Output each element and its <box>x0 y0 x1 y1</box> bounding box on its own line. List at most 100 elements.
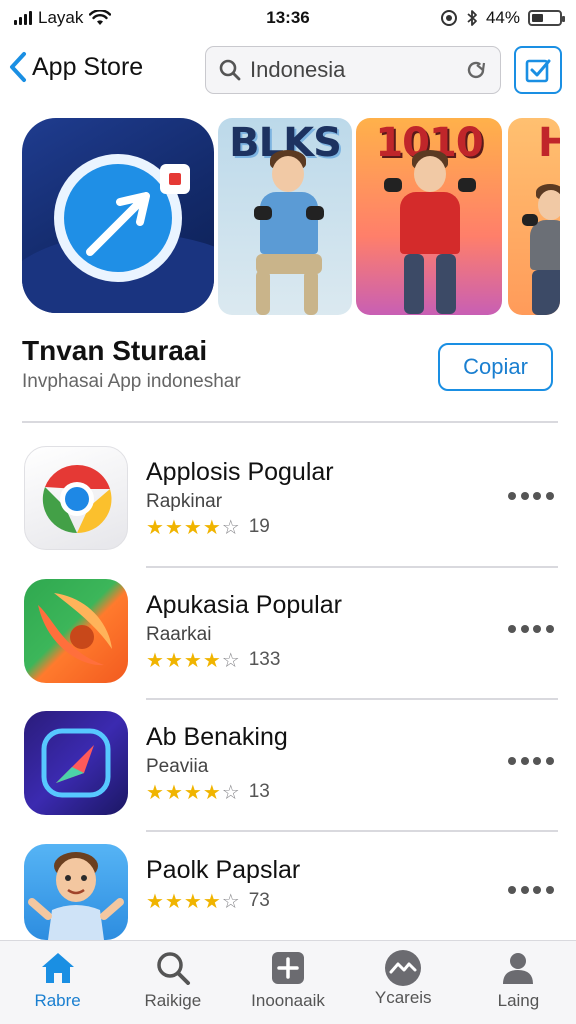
add-icon <box>272 952 304 984</box>
app-subtitle: Rapkinar <box>146 491 223 512</box>
star-icon: ★ <box>202 889 221 913</box>
list-item[interactable]: Apukasia Popular Raarkai ★ ★ ★ ★ ☆ 133 <box>0 579 576 689</box>
kid-illustration <box>378 150 482 315</box>
star-icon: ★ <box>146 889 164 913</box>
star-empty-icon: ☆ <box>221 889 240 913</box>
tab-label: Laing <box>497 991 540 1010</box>
status-time: 13:36 <box>266 8 310 27</box>
divider <box>22 421 558 423</box>
tab-search[interactable]: Raikige <box>115 941 230 1024</box>
featured-app-icon[interactable] <box>22 118 214 313</box>
divider <box>146 698 558 700</box>
featured-app-subtitle: Invphasai App indoneshar <box>22 371 241 392</box>
battery-icon <box>528 10 565 26</box>
star-icon: ★ <box>164 515 183 539</box>
tab-label: Raikige <box>144 991 202 1010</box>
featured-screenshot-1[interactable]: BLKS <box>218 118 352 315</box>
swirl-app-icon <box>24 579 128 683</box>
tab-label: Inoonaaik <box>251 991 325 1010</box>
star-rating: ★ ★ ★ ★ ☆ 13 <box>146 781 270 803</box>
star-icon: ★ <box>183 515 202 539</box>
divider <box>146 566 558 568</box>
more-button[interactable] <box>508 484 554 508</box>
star-icon: ★ <box>202 780 221 804</box>
app-name: Apukasia Popular <box>146 591 342 619</box>
star-rating: ★ ★ ★ ★ ☆ 19 <box>146 516 270 538</box>
rating-count: 19 <box>248 516 270 537</box>
more-button[interactable] <box>508 617 554 641</box>
more-button[interactable] <box>508 878 554 902</box>
signal-icon <box>14 11 32 25</box>
star-icon: ★ <box>183 648 202 672</box>
star-icon: ★ <box>164 780 183 804</box>
kid-illustration <box>238 150 338 315</box>
star-icon: ★ <box>183 780 202 804</box>
back-label: App Store <box>32 52 144 81</box>
wifi-icon <box>89 10 112 25</box>
star-icon: ★ <box>146 515 164 539</box>
screenshot-3-title: H <box>538 120 560 166</box>
featured-screenshot-3[interactable]: H <box>508 118 560 315</box>
kid-illustration <box>518 180 560 315</box>
carrier-label: Layak <box>38 8 84 27</box>
bluetooth-icon <box>467 10 477 26</box>
featured-screenshot-2[interactable]: 1010 <box>356 118 502 315</box>
tab-profile[interactable]: Laing <box>461 941 576 1024</box>
chevron-left-icon <box>10 52 26 82</box>
get-button[interactable]: Copiar <box>438 343 553 391</box>
list-item[interactable]: Paolk Papslar ★ ★ ★ ★ ☆ 73 <box>0 844 576 954</box>
back-button[interactable]: App Store <box>8 50 143 84</box>
refresh-icon[interactable] <box>464 58 488 82</box>
app-name: Paolk Papslar <box>146 856 301 884</box>
battery-level <box>532 14 544 22</box>
rating-count: 133 <box>248 649 281 670</box>
checkbox-icon <box>525 59 551 83</box>
star-icon: ★ <box>183 889 202 913</box>
app-name: Ab Benaking <box>146 723 288 751</box>
search-icon <box>219 59 241 81</box>
list-item[interactable]: Ab Benaking Peaviia ★ ★ ★ ★ ☆ 13 <box>0 711 576 821</box>
tab-label: Rabre <box>34 991 81 1010</box>
notification-badge <box>160 164 190 194</box>
more-button[interactable] <box>508 749 554 773</box>
app-name: Applosis Pogular <box>146 458 334 486</box>
tab-bar: Rabre Raikige Inoonaaik Ycareis Laing <box>0 940 576 1024</box>
star-icon: ★ <box>146 648 164 672</box>
send-arrow-icon <box>86 192 150 256</box>
nav-bar: App Store Indonesia <box>0 44 576 96</box>
star-rating: ★ ★ ★ ★ ☆ 133 <box>146 649 280 671</box>
tab-home[interactable]: Rabre <box>0 941 115 1024</box>
checklist-button[interactable] <box>514 46 562 94</box>
featured-app-title: Tnvan Sturaai <box>22 335 208 366</box>
home-icon <box>41 953 74 983</box>
star-empty-icon: ☆ <box>221 515 240 539</box>
status-bar: Layak 13:36 44% <box>0 0 576 36</box>
star-icon: ★ <box>164 648 183 672</box>
tab-chart[interactable]: Ycareis <box>346 941 461 1024</box>
search-input[interactable]: Indonesia <box>205 46 501 94</box>
divider <box>146 830 558 832</box>
person-icon <box>503 953 534 984</box>
star-icon: ★ <box>146 780 164 804</box>
search-value: Indonesia <box>250 57 346 82</box>
browser-app-icon <box>24 446 128 550</box>
app-subtitle: Raarkai <box>146 624 212 645</box>
location-icon <box>440 10 457 26</box>
star-icon: ★ <box>202 648 221 672</box>
chart-icon <box>385 950 422 986</box>
navigation-app-icon <box>24 711 128 815</box>
star-icon: ★ <box>202 515 221 539</box>
star-empty-icon: ☆ <box>221 648 240 672</box>
rating-count: 13 <box>248 781 270 802</box>
avatar-app-icon <box>24 844 128 940</box>
app-subtitle: Peaviia <box>146 756 209 777</box>
list-item[interactable]: Applosis Pogular Rapkinar ★ ★ ★ ★ ☆ 19 <box>0 446 576 556</box>
star-icon: ★ <box>164 889 183 913</box>
rating-count: 73 <box>248 890 270 911</box>
search-icon <box>157 952 190 985</box>
tab-label: Ycareis <box>374 988 432 1007</box>
star-rating: ★ ★ ★ ★ ☆ 73 <box>146 890 270 912</box>
tab-add[interactable]: Inoonaaik <box>230 941 345 1024</box>
battery-percent: 44% <box>485 8 520 27</box>
star-empty-icon: ☆ <box>221 780 240 804</box>
